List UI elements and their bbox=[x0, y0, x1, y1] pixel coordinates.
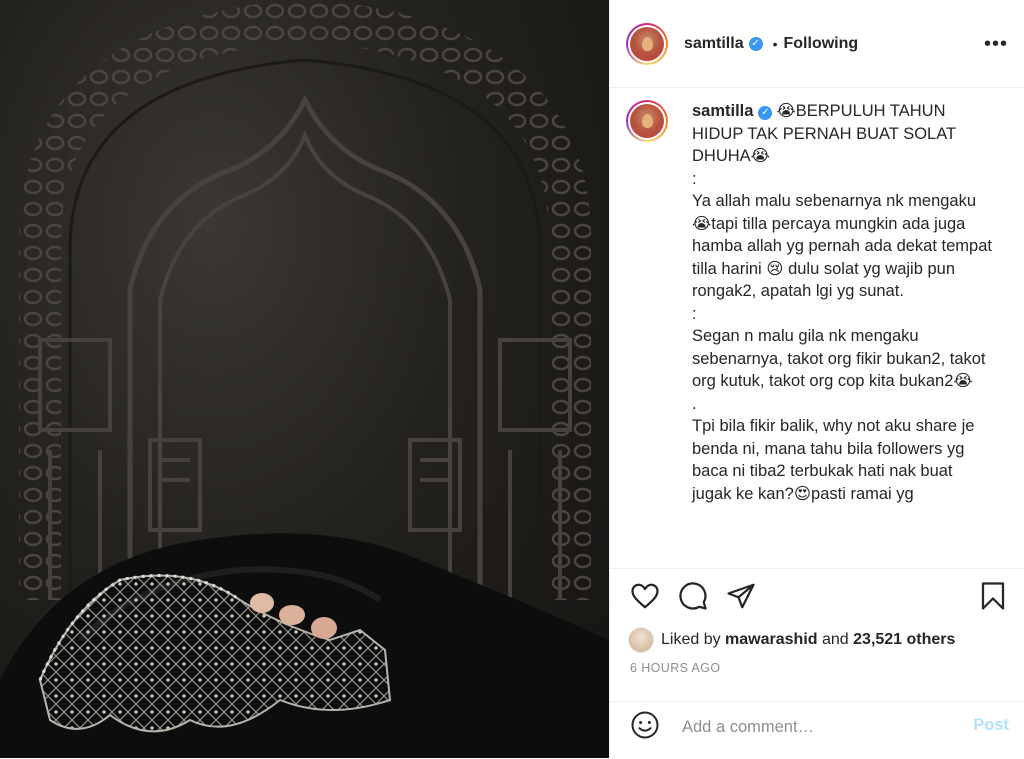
separator-dot: • bbox=[772, 35, 778, 52]
comment-form: Post bbox=[610, 701, 1024, 759]
bookmark-icon[interactable] bbox=[978, 581, 1008, 611]
more-icon[interactable]: ••• bbox=[984, 34, 1008, 54]
post-photo[interactable] bbox=[0, 0, 609, 758]
heart-icon[interactable] bbox=[630, 581, 660, 611]
action-icons bbox=[626, 581, 1008, 615]
comment-icon[interactable] bbox=[678, 581, 708, 611]
verified-icon: ✓ bbox=[758, 106, 773, 120]
caption-scroll-area[interactable]: samtilla ✓ 😭BERPULUH TAHUN HIDUP TAK PERNA… bbox=[610, 88, 1024, 568]
post-detail-panel: samtilla ✓ • Following ••• samtilla ✓ 😭BER… bbox=[609, 0, 1024, 758]
following-button[interactable]: Following bbox=[784, 35, 859, 53]
caption-text: samtilla ✓ 😭BERPULUH TAHUN HIDUP TAK PERNA… bbox=[692, 100, 992, 505]
caption-author-avatar[interactable] bbox=[626, 100, 668, 142]
liker-username[interactable]: mawarashid bbox=[725, 631, 817, 649]
author-username[interactable]: samtilla bbox=[684, 35, 744, 53]
likes-conjunction: and bbox=[821, 631, 849, 648]
comment-input[interactable] bbox=[680, 714, 954, 740]
prayer-mat-illustration bbox=[0, 0, 609, 758]
caption-body: 😭BERPULUH TAHUN HIDUP TAK PERNAH BUAT SO… bbox=[692, 102, 992, 503]
post-timestamp[interactable]: 6 HOURS AGO bbox=[630, 661, 721, 675]
likes-prefix: Liked by bbox=[661, 631, 721, 648]
likes-summary: Liked by mawarashid and 23,521 others bbox=[628, 627, 955, 653]
verified-icon: ✓ bbox=[748, 36, 763, 51]
post-header: samtilla ✓ • Following ••• bbox=[610, 0, 1024, 88]
post-comment-button[interactable]: Post bbox=[973, 716, 1009, 735]
share-icon[interactable] bbox=[726, 581, 756, 611]
liker-avatar[interactable] bbox=[628, 627, 654, 653]
caption: samtilla ✓ 😭BERPULUH TAHUN HIDUP TAK PERNA… bbox=[626, 100, 1008, 505]
author-avatar[interactable] bbox=[626, 22, 668, 65]
caption-username[interactable]: samtilla bbox=[692, 102, 753, 120]
likes-others-link[interactable]: 23,521 others bbox=[853, 631, 955, 649]
smiley-icon[interactable] bbox=[630, 710, 660, 740]
